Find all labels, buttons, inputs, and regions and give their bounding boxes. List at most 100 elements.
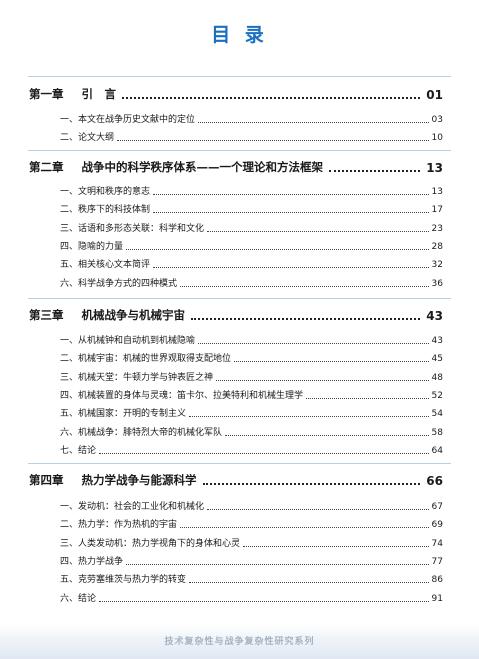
section-page-number: 54	[431, 409, 443, 420]
section-page-number: 52	[431, 390, 443, 401]
section-entry[interactable]: 五、克劳塞维茨与热力学的转变 86	[60, 572, 443, 585]
chapter-entry[interactable]: 第四章 热力学战争与能源科学 66	[29, 472, 443, 488]
section-page-number: 86	[431, 575, 443, 586]
chapter-heading: 第二章 战争中的科学秩序体系——一个理论和方法框架	[29, 159, 323, 175]
series-name: 技术复杂性与战争复杂性研究系列	[164, 637, 315, 647]
section-entry[interactable]: 四、热力学战争 77	[60, 554, 443, 567]
chapter-heading: 第一章 引 言	[29, 86, 116, 102]
section-title: 三、机械天堂：牛顿力学与钟表匠之神	[60, 372, 214, 383]
section-title: 六、结论	[60, 593, 97, 604]
chapter-entry[interactable]: 第三章 机械战争与机械宇宙 43	[29, 307, 443, 323]
section-entry[interactable]: 二、机械宇宙：机械的世界观取得支配地位 45	[60, 351, 443, 364]
section-entry[interactable]: 四、隐喻的力量 28	[60, 239, 443, 252]
section-entry[interactable]: 五、机械国家：开明的专制主义 54	[60, 406, 443, 419]
dot-leader	[153, 212, 429, 214]
chapter-separator	[28, 463, 451, 464]
section-entry[interactable]: 三、话语和多形态关联：科学和文化 23	[60, 221, 443, 234]
section-page-number: 58	[431, 427, 443, 438]
dot-leader	[122, 97, 421, 99]
dot-leader	[216, 379, 429, 381]
section-page-number: 28	[431, 241, 443, 252]
dot-leader	[198, 122, 429, 123]
section-entry[interactable]: 六、机械战争：腓特烈大帝的机械化军队 58	[60, 425, 443, 438]
section-title: 二、机械宇宙：机械的世界观取得支配地位	[60, 354, 232, 365]
chapter-title: 机械战争与机械宇宙	[81, 308, 186, 322]
dot-leader	[234, 361, 429, 363]
dot-leader	[189, 582, 429, 584]
section-entry[interactable]: 二、论文大纲 10	[60, 130, 443, 143]
section-entry[interactable]: 五、相关核心文本简评 32	[60, 257, 443, 270]
dot-leader	[153, 267, 429, 269]
section-title: 四、热力学战争	[60, 556, 124, 567]
section-title: 五、相关核心文本简评	[60, 260, 151, 271]
section-title: 七、结论	[60, 445, 97, 456]
chapter-page-number: 66	[426, 474, 443, 488]
dot-leader	[117, 140, 429, 142]
chapter-page-number: 13	[426, 161, 443, 175]
dot-leader	[126, 563, 429, 565]
section-title: 一、发动机：社会的工业化和机械化	[60, 502, 205, 512]
dot-leader	[202, 483, 421, 485]
dot-leader	[198, 343, 429, 344]
dot-leader	[99, 600, 429, 602]
section-page-number: 74	[431, 538, 443, 549]
section-page-number: 03	[431, 115, 443, 125]
section-page-number: 10	[431, 133, 443, 144]
section-title: 五、机械国家：开明的专制主义	[60, 409, 187, 420]
section-entry[interactable]: 四、机械装置的身体与灵魂：笛卡尔、拉美特利和机械生理学 52	[60, 388, 443, 401]
dot-leader	[225, 434, 429, 436]
dot-leader	[180, 527, 429, 529]
section-entry[interactable]: 二、热力学：作为热机的宇宙 69	[60, 517, 443, 530]
section-entry[interactable]: 三、人类发动机：热力学视角下的身体和心灵 74	[60, 536, 443, 549]
chapter-heading: 第四章 热力学战争与能源科学	[29, 472, 197, 488]
section-title: 二、热力学：作为热机的宇宙	[60, 520, 178, 531]
top-separator	[28, 76, 451, 77]
section-page-number: 67	[431, 502, 443, 512]
dot-leader	[207, 509, 429, 510]
section-entry[interactable]: 一、从机械钟和自动机到机械隐喻 43	[60, 333, 443, 346]
section-page-number: 13	[431, 187, 443, 197]
chapter-number: 第三章	[29, 308, 64, 322]
section-page-number: 23	[431, 223, 443, 234]
toc-page: 目 录 第一章 引 言 01 一、本文在战争历史文献中的定位 03 二、论文大纲 10 第二章…	[0, 0, 479, 659]
section-title: 六、机械战争：腓特烈大帝的机械化军队	[60, 427, 223, 438]
section-title: 一、文明和秩序的意志	[60, 187, 151, 197]
chapter-title: 热力学战争与能源科学	[81, 473, 197, 487]
section-page-number: 69	[431, 520, 443, 531]
section-page-number: 91	[431, 593, 443, 604]
section-entry[interactable]: 二、秩序下的科技体制 17	[60, 202, 443, 215]
chapter-entry[interactable]: 第一章 引 言 01	[29, 86, 443, 102]
section-page-number: 48	[431, 372, 443, 383]
chapter-separator	[28, 298, 451, 299]
dot-leader	[126, 248, 429, 250]
section-title: 三、人类发动机：热力学视角下的身体和心灵	[60, 538, 241, 549]
chapter-number: 第二章	[29, 160, 64, 174]
section-entry[interactable]: 七、结论 64	[60, 443, 443, 456]
section-page-number: 17	[431, 205, 443, 216]
section-title: 一、从机械钟和自动机到机械隐喻	[60, 336, 196, 346]
chapter-number: 第一章	[29, 87, 64, 101]
section-entry[interactable]: 一、文明和秩序的意志 13	[60, 184, 443, 197]
chapter-separator	[28, 150, 451, 151]
dot-leader	[99, 452, 429, 454]
section-page-number: 77	[431, 556, 443, 567]
section-entry[interactable]: 六、结论 91	[60, 591, 443, 604]
dot-leader	[180, 285, 429, 287]
chapter-heading: 第三章 机械战争与机械宇宙	[29, 307, 185, 323]
dot-leader	[191, 318, 421, 320]
section-entry[interactable]: 一、发动机：社会的工业化和机械化 67	[60, 499, 443, 512]
dot-leader	[306, 397, 429, 399]
section-title: 二、秩序下的科技体制	[60, 205, 151, 216]
dot-leader	[153, 194, 429, 195]
chapter-entry[interactable]: 第二章 战争中的科学秩序体系——一个理论和方法框架 13	[29, 159, 443, 175]
section-page-number: 36	[431, 278, 443, 289]
chapter-title: 引 言	[81, 87, 117, 101]
section-entry[interactable]: 三、机械天堂：牛顿力学与钟表匠之神 48	[60, 370, 443, 383]
section-title: 四、机械装置的身体与灵魂：笛卡尔、拉美特利和机械生理学	[60, 390, 304, 401]
dot-leader	[207, 230, 429, 232]
section-entry[interactable]: 一、本文在战争历史文献中的定位 03	[60, 112, 443, 125]
section-entry[interactable]: 六、科学战争方式的四种模式 36	[60, 276, 443, 289]
footer-band: 技术复杂性与战争复杂性研究系列	[0, 625, 479, 659]
section-page-number: 45	[431, 354, 443, 365]
dot-leader	[189, 416, 429, 418]
